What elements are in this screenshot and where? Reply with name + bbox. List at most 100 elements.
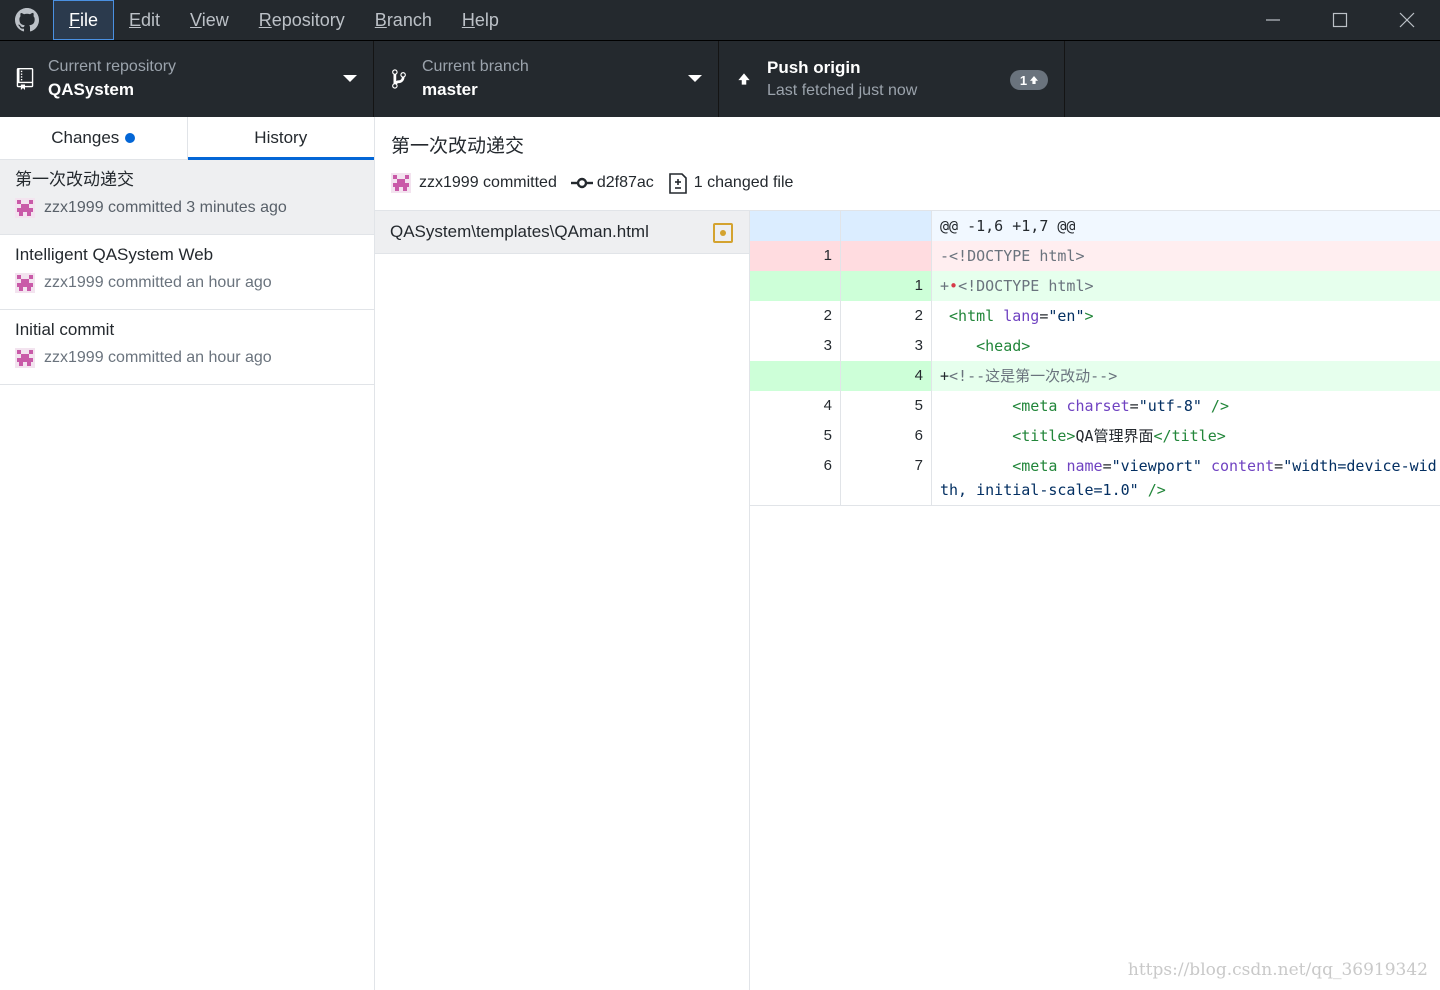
new-line-number — [841, 241, 932, 271]
close-icon — [1399, 12, 1414, 28]
avatar — [391, 173, 411, 193]
file-diff-icon — [668, 173, 687, 194]
old-line-number: 5 — [750, 421, 841, 451]
changes-indicator-dot — [125, 133, 136, 143]
file-path: QASystem\templates\QAman.html — [390, 222, 649, 241]
bom-marker: • — [949, 277, 959, 295]
current-repository-button[interactable]: Current repository QASystem — [0, 41, 374, 117]
ahead-count-badge: 1 — [1010, 70, 1048, 90]
current-branch-label: Current branch — [422, 58, 529, 75]
commit-title: Initial commit — [15, 320, 115, 339]
diff-line-context[interactable]: 2 2 <html lang="en"> — [750, 301, 1440, 331]
menu-edit[interactable]: Edit — [114, 0, 175, 41]
diff-code: <html lang="en"> — [940, 307, 1094, 325]
maximize-button[interactable] — [1306, 0, 1373, 41]
tab-history-label: History — [254, 128, 308, 147]
git-commit-icon — [570, 177, 593, 189]
diff-code: +<!--这是第一次改动--> — [940, 367, 1118, 385]
commit-title: 第一次改动递交 — [15, 170, 134, 190]
sidebar-tabs: Changes History — [0, 117, 374, 160]
toolbar: Current repository QASystem Current bran… — [0, 41, 1440, 117]
diff-line-context[interactable]: 5 6 <title>QA管理界面</title> — [750, 421, 1440, 451]
commit-meta-text: zzx1999 committed an hour ago — [44, 274, 272, 291]
diff-code: @@ -1,6 +1,7 @@ — [940, 217, 1076, 235]
new-line-number: 3 — [841, 331, 932, 361]
menu-file[interactable]: File — [53, 0, 115, 40]
diff-line-context[interactable]: 3 3 <head> — [750, 331, 1440, 361]
current-repository-value: QASystem — [48, 80, 134, 99]
new-line-number — [841, 211, 932, 241]
diff-hunk-header: @@ -1,6 +1,7 @@ — [750, 211, 1440, 241]
changed-files-list: QASystem\templates\QAman.html — [375, 211, 750, 990]
old-line-number — [750, 271, 841, 301]
github-logo-icon — [0, 0, 54, 41]
new-line-number: 6 — [841, 421, 932, 451]
diff-code: +•<!DOCTYPE html> — [940, 277, 1094, 295]
diff-line-added[interactable]: 1 +•<!DOCTYPE html> — [750, 271, 1440, 301]
old-line-number: 1 — [750, 241, 841, 271]
menu-help[interactable]: Help — [447, 0, 514, 41]
close-button[interactable] — [1373, 0, 1440, 41]
minimize-icon — [1265, 19, 1280, 21]
diff-line-context[interactable]: 4 5 <meta charset="utf-8" /> — [750, 391, 1440, 421]
arrow-up-icon — [1030, 76, 1039, 84]
commit-list-item[interactable]: Initial commit zzx1999 committed an hour… — [0, 310, 374, 385]
old-line-number: 4 — [750, 391, 841, 421]
diff-code: <meta name="viewport" content="width=dev… — [940, 457, 1437, 499]
push-origin-label: Push origin — [767, 58, 861, 77]
commit-title: Intelligent QASystem Web — [15, 245, 214, 264]
menu-view[interactable]: View — [175, 0, 244, 41]
diff-line-context[interactable]: 6 7 <meta name="viewport" content="width… — [750, 451, 1440, 505]
diff-view: @@ -1,6 +1,7 @@ 1 -<!DOCTYPE html> 1 +•<… — [750, 211, 1440, 506]
tab-history[interactable]: History — [187, 117, 375, 160]
current-branch-button[interactable]: Current branch master — [374, 41, 719, 117]
diff-code: <head> — [940, 337, 1031, 355]
file-list-item[interactable]: QASystem\templates\QAman.html — [375, 211, 749, 254]
changed-files-count: 1 changed file — [693, 174, 794, 191]
file-modified-icon — [713, 223, 733, 243]
old-line-number — [750, 211, 841, 241]
commit-meta-text: zzx1999 committed 3 minutes ago — [44, 199, 287, 216]
title-bar: File Edit View Repository Branch Help — [0, 0, 1440, 41]
avatar — [15, 273, 35, 293]
sidebar: Changes History 第一次改动递交 zzx1999 committe… — [0, 117, 375, 990]
new-line-number: 1 — [841, 271, 932, 301]
new-line-number: 4 — [841, 361, 932, 391]
minimize-button[interactable] — [1239, 0, 1306, 41]
diff-line-added[interactable]: 4 +<!--这是第一次改动--> — [750, 361, 1440, 391]
branch-icon — [388, 67, 410, 91]
current-branch-value: master — [422, 80, 478, 99]
old-line-number: 3 — [750, 331, 841, 361]
tab-changes-label: Changes — [51, 128, 120, 147]
commit-summary-title: 第一次改动递交 — [391, 135, 525, 157]
window-controls — [1239, 0, 1440, 41]
diff-code: -<!DOCTYPE html> — [940, 247, 1085, 265]
ahead-count: 1 — [1019, 72, 1028, 88]
chevron-down-icon — [688, 75, 702, 82]
avatar — [15, 348, 35, 368]
old-line-number: 2 — [750, 301, 841, 331]
commit-list-item[interactable]: Intelligent QASystem Web zzx1999 committ… — [0, 235, 374, 310]
current-repository-label: Current repository — [48, 58, 177, 75]
repo-icon — [14, 67, 36, 91]
menu-branch[interactable]: Branch — [360, 0, 447, 41]
arrow-up-icon — [733, 67, 755, 91]
new-line-number: 7 — [841, 451, 932, 505]
commit-meta-text: zzx1999 committed an hour ago — [44, 349, 272, 366]
diff-code: <meta charset="utf-8" /> — [940, 397, 1229, 415]
new-line-number: 2 — [841, 301, 932, 331]
chevron-down-icon — [343, 75, 357, 82]
push-origin-button[interactable]: Push origin Last fetched just now 1 — [719, 41, 1065, 117]
watermark: https://blog.csdn.net/qq_36919342 — [1127, 960, 1428, 980]
tab-changes[interactable]: Changes — [0, 117, 188, 159]
diff-line-deleted[interactable]: 1 -<!DOCTYPE html> — [750, 241, 1440, 271]
new-line-number: 5 — [841, 391, 932, 421]
menu-bar: File Edit View Repository Branch Help — [53, 0, 514, 41]
commit-author: zzx1999 committed — [419, 174, 557, 191]
last-fetched-text: Last fetched just now — [767, 82, 918, 99]
menu-repository[interactable]: Repository — [244, 0, 360, 41]
old-line-number — [750, 361, 841, 391]
old-line-number: 6 — [750, 451, 841, 505]
commit-list-item[interactable]: 第一次改动递交 zzx1999 committed 3 minutes ago — [0, 160, 374, 235]
commit-sha[interactable]: d2f87ac — [597, 174, 654, 192]
